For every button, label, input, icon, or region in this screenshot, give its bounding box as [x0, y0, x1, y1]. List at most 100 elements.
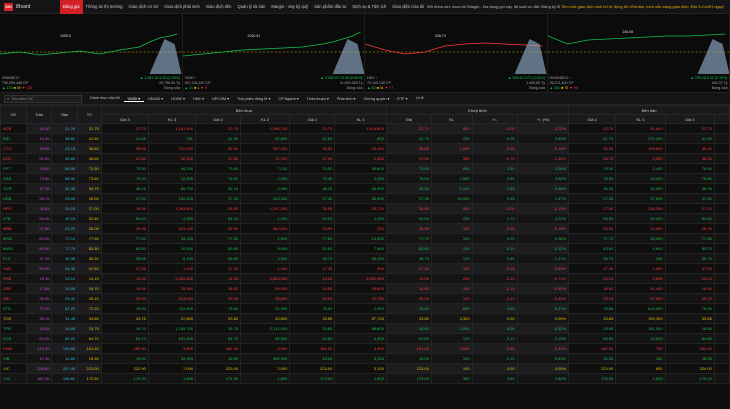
- match-change[interactable]: -0.05: [471, 203, 518, 214]
- row-more[interactable]: [713, 313, 730, 324]
- match-change[interactable]: 0.05: [471, 323, 518, 334]
- filter-tab[interactable]: Trái phiếu riêng lẻ ▾: [233, 96, 274, 102]
- sell-price-1[interactable]: 14.10: [568, 273, 617, 284]
- sell-price-1[interactable]: 48.70: [568, 153, 617, 164]
- sell-price-2[interactable]: 14.10: [664, 273, 715, 284]
- table-row[interactable]: VIC 238.60 207.40 223.00 222.90 7,000 223.00 2,…: [0, 363, 730, 374]
- sell-price-1[interactable]: 27.00: [568, 203, 617, 214]
- menu-item[interactable]: Margin - Vay ký quỹ: [268, 0, 311, 14]
- symbol[interactable]: SSB: [0, 283, 27, 294]
- match-price[interactable]: 22.70: [385, 123, 432, 134]
- sell-vol-1[interactable]: 700: [615, 343, 666, 354]
- ceiling-price[interactable]: 17.85: [25, 283, 53, 294]
- buy-vol-1[interactable]: 2,300: [334, 303, 387, 314]
- sell-vol-1[interactable]: 614,900: [615, 303, 666, 314]
- buy-vol-3[interactable]: 781: [147, 133, 197, 144]
- match-change[interactable]: -0.15: [471, 283, 518, 294]
- buy-price-1[interactable]: 161.00: [289, 343, 336, 354]
- row-more[interactable]: [713, 353, 730, 364]
- buy-price-1[interactable]: 25.95: [289, 223, 336, 234]
- sell-vol-1[interactable]: 200: [615, 253, 666, 264]
- reference-price[interactable]: 35.30: [77, 253, 102, 264]
- buy-price-3[interactable]: 26.95: [100, 203, 149, 214]
- reference-price[interactable]: 22.75: [77, 123, 102, 134]
- ceiling-price[interactable]: 44.40: [25, 133, 53, 144]
- filter-tab[interactable]: Lô lẻ: [412, 96, 428, 102]
- buy-vol-1[interactable]: 87,700: [334, 313, 387, 324]
- buy-price-2[interactable]: 54.10: [195, 213, 242, 224]
- symbol[interactable]: MBB: [0, 223, 27, 234]
- match-pct[interactable]: 3.22%: [516, 213, 570, 224]
- buy-price-2[interactable]: 223.00: [195, 363, 242, 374]
- menu-item[interactable]: Giao dịch phái sinh: [161, 0, 203, 14]
- buy-vol-2[interactable]: 4,500: [240, 343, 291, 354]
- match-vol[interactable]: 4,300: [430, 313, 473, 324]
- ceiling-price[interactable]: 78.50: [25, 163, 53, 174]
- match-change[interactable]: 0.20: [471, 233, 518, 244]
- row-more[interactable]: [713, 223, 730, 234]
- table-row[interactable]: STB 77.20 67.20 72.20 76.00 112,400 76.50 24,30…: [0, 303, 730, 314]
- buy-vol-3[interactable]: 1,100: [147, 263, 197, 274]
- buy-vol-3[interactable]: 10,500: [147, 243, 197, 254]
- floor-price[interactable]: 33.15: [51, 143, 79, 154]
- sell-price-2[interactable]: 175.10: [664, 373, 715, 384]
- buy-vol-2[interactable]: 103,400: [240, 193, 291, 204]
- buy-vol-2[interactable]: 2,112,000: [240, 323, 291, 334]
- table-row[interactable]: GVR 37.15 32.35 34.75 36.15 80,700 36.15 2,950 3…: [0, 183, 730, 194]
- sell-vol-1[interactable]: 1,800: [615, 373, 666, 384]
- sell-price-2[interactable]: 83.70: [664, 243, 715, 254]
- ceiling-price[interactable]: 15.10: [25, 273, 53, 284]
- buy-price-2[interactable]: 73.40: [195, 163, 242, 174]
- promo-text[interactable]: Tiền chờ giao dịch sinh lời tự động tới …: [561, 4, 730, 9]
- match-price[interactable]: 33.80: [385, 313, 432, 324]
- symbol[interactable]: BID: [0, 133, 27, 144]
- sell-price-2[interactable]: 25.10: [664, 293, 715, 304]
- match-pct[interactable]: 0.26%: [516, 233, 570, 244]
- match-vol[interactable]: 100: [430, 223, 473, 234]
- table-row[interactable]: DGC 52.60 45.80 48.60 47.80 32,200 47.85 11,700…: [0, 153, 730, 164]
- match-pct[interactable]: 0.32%: [516, 323, 570, 334]
- match-price[interactable]: 25.05: [385, 293, 432, 304]
- buy-price-2[interactable]: 47.30: [195, 263, 242, 274]
- ceiling-price[interactable]: 69.20: [25, 333, 53, 344]
- index-chart[interactable]: 246.06 HNXINDEX › ▲ 255.28 5.22 (2.10%) 26,…: [547, 14, 730, 92]
- buy-vol-1[interactable]: 83,900: [334, 193, 387, 204]
- sell-price-1[interactable]: 15.85: [568, 323, 617, 334]
- match-vol[interactable]: 100: [430, 263, 473, 274]
- buy-vol-1[interactable]: 83,900: [334, 183, 387, 194]
- col-match-change[interactable]: +/-: [471, 114, 518, 124]
- reference-price[interactable]: 15.90: [77, 353, 102, 364]
- match-pct[interactable]: -0.19%: [516, 203, 570, 214]
- ceiling-price[interactable]: 38.05: [25, 143, 53, 154]
- sell-vol-1[interactable]: 32,900: [615, 183, 666, 194]
- reference-price[interactable]: 52.80: [77, 213, 102, 224]
- buy-vol-2[interactable]: 1,400: [240, 263, 291, 274]
- buy-vol-3[interactable]: 3,800: [147, 343, 197, 354]
- match-pct[interactable]: 0.00%: [516, 363, 570, 374]
- sell-price-2[interactable]: 162.00: [664, 343, 715, 354]
- sell-price-2[interactable]: 35.75: [664, 253, 715, 264]
- buy-vol-2[interactable]: 1,257,300: [240, 203, 291, 214]
- table-row[interactable]: HPG 28.85 25.15 27.00 26.95 1,293,800 26.95 1,2…: [0, 203, 730, 214]
- match-vol[interactable]: 200: [430, 213, 473, 224]
- col-match-price[interactable]: Giá: [385, 114, 432, 124]
- match-change[interactable]: 0.10: [471, 353, 518, 364]
- row-more[interactable]: [713, 193, 730, 204]
- match-change[interactable]: -0.10: [471, 273, 518, 284]
- buy-vol-1[interactable]: 1,814,800: [334, 123, 387, 134]
- buy-price-3[interactable]: 75.00: [100, 173, 149, 184]
- symbol[interactable]: HPG: [0, 203, 27, 214]
- buy-price-1[interactable]: 16.00: [289, 353, 336, 364]
- buy-vol-1[interactable]: 2,000: [334, 173, 387, 184]
- match-price[interactable]: 47.35: [385, 263, 432, 274]
- match-pct[interactable]: 0.15%: [516, 333, 570, 344]
- ceiling-price[interactable]: 238.60: [25, 363, 53, 374]
- sell-vol-1[interactable]: 10,900: [615, 223, 666, 234]
- row-more[interactable]: [713, 133, 730, 144]
- sell-vol-1[interactable]: 61,600: [615, 123, 666, 134]
- buy-vol-3[interactable]: 513,100: [147, 223, 197, 234]
- sell-price-1[interactable]: 41.75: [568, 133, 617, 144]
- match-price[interactable]: 83.60: [385, 243, 432, 254]
- ceiling-price[interactable]: 24.30: [25, 123, 53, 134]
- buy-price-3[interactable]: 47.25: [100, 263, 149, 274]
